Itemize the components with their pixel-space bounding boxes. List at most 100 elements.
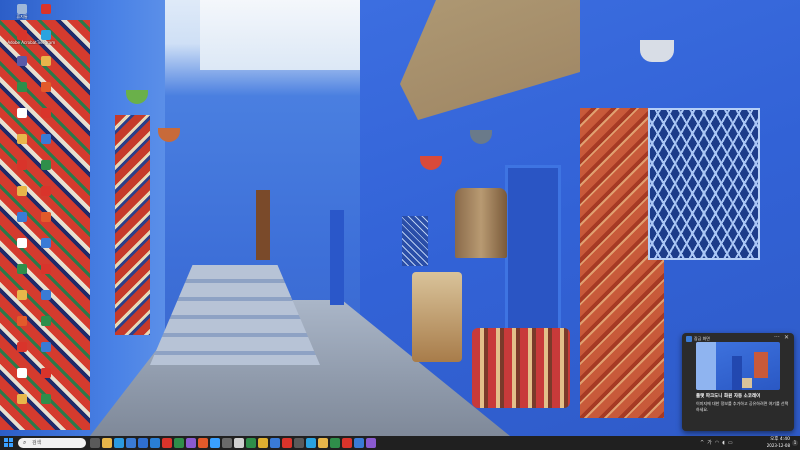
desktop-icon[interactable]: Telegram <box>24 30 68 52</box>
battery-icon[interactable]: ▭ <box>728 438 733 448</box>
wallpaper-chair <box>472 328 570 408</box>
desktop-icon[interactable] <box>24 56 68 78</box>
app-icon[interactable] <box>174 438 184 448</box>
toast-image[interactable] <box>696 342 780 390</box>
app-icon <box>41 186 51 196</box>
desktop-icon[interactable] <box>24 82 68 104</box>
desktop-icon-label: Telegram <box>36 40 56 45</box>
wallpaper-hanging-clothes <box>455 188 507 258</box>
thumb-stool <box>742 378 752 388</box>
start-button[interactable] <box>4 438 14 448</box>
app-icon[interactable] <box>246 438 256 448</box>
folder-icon <box>41 56 51 66</box>
desktop-icon[interactable] <box>24 238 68 260</box>
clock-date: 2023-12-08 <box>766 443 790 448</box>
chrome-icon[interactable] <box>258 438 268 448</box>
file-explorer-icon[interactable] <box>102 438 112 448</box>
taskbar: ⌕ 검색 ^ 가 ◠ ◖ ▭ 오후 4:40 2023-12-08 1 <box>0 436 800 450</box>
app-icon <box>41 238 51 248</box>
telegram-icon <box>41 30 51 40</box>
app-icon[interactable] <box>342 438 352 448</box>
app-icon[interactable] <box>330 438 340 448</box>
wallpaper-iron-window <box>648 108 760 260</box>
app-icon[interactable] <box>234 438 244 448</box>
app-icon <box>41 134 51 144</box>
search-placeholder: 검색 <box>32 440 42 446</box>
mail-icon[interactable] <box>138 438 148 448</box>
search-icon: ⌕ <box>23 439 27 446</box>
desktop-icon[interactable] <box>24 108 68 130</box>
notification-center-badge[interactable]: 1 <box>792 440 798 446</box>
windows-logo-icon <box>4 438 8 442</box>
windows-logo-icon <box>9 438 13 442</box>
wallpaper-small-door <box>330 210 344 305</box>
taskbar-search-box[interactable]: ⌕ 검색 <box>18 438 86 448</box>
system-tray: ^ 가 ◠ ◖ ▭ <box>700 438 733 448</box>
app-icon <box>41 160 51 170</box>
show-hidden-icons-chevron-icon[interactable]: ^ <box>700 438 704 448</box>
edge-icon[interactable] <box>114 438 124 448</box>
app-icon <box>41 264 51 274</box>
windows-logo-icon <box>9 443 13 447</box>
desktop-icon[interactable] <box>24 368 68 390</box>
lock-screen-icon <box>686 336 692 342</box>
wallpaper-small-window <box>402 216 428 266</box>
app-icon <box>41 4 51 14</box>
taskbar-clock[interactable]: 오후 4:40 2023-12-08 <box>762 437 790 448</box>
volume-icon[interactable]: ◖ <box>722 438 725 448</box>
desktop-icon-grid: 휴지통 Adobe Acrobat Telegram <box>0 0 55 436</box>
thumb-wall <box>696 342 716 390</box>
app-icon[interactable] <box>294 438 304 448</box>
desktop-icon[interactable] <box>24 342 68 364</box>
windows-logo-icon <box>4 443 8 447</box>
wallpaper-rug-left-small <box>115 115 150 335</box>
desktop-icon[interactable] <box>24 316 68 338</box>
wallpaper-stairs <box>150 265 320 365</box>
toast-body: 이미지에 대한 정보를 추가하고 공유하려면 여기를 선택하세요. <box>696 401 789 412</box>
app-icon[interactable] <box>354 438 364 448</box>
thumb-door <box>732 356 742 390</box>
app-icon <box>41 108 51 118</box>
app-icon <box>41 316 51 326</box>
app-icon[interactable] <box>366 438 376 448</box>
app-icon[interactable] <box>270 438 280 448</box>
app-icon[interactable] <box>210 438 220 448</box>
desktop-wallpaper <box>0 0 800 436</box>
desktop-icon[interactable] <box>24 394 68 416</box>
app-icon[interactable] <box>306 438 316 448</box>
desktop-icon[interactable] <box>24 290 68 312</box>
app-icon <box>41 290 51 300</box>
app-icon[interactable] <box>162 438 172 448</box>
app-icon[interactable] <box>318 438 328 448</box>
wallpaper-flower-pot <box>640 40 674 62</box>
taskbar-app-list <box>90 438 376 448</box>
app-icon[interactable] <box>282 438 292 448</box>
wallpaper-wooden-door <box>256 190 270 260</box>
desktop-icon[interactable] <box>24 212 68 234</box>
input-language-icon[interactable]: 가 <box>707 438 712 448</box>
app-icon[interactable] <box>198 438 208 448</box>
app-icon <box>41 342 51 352</box>
wallpaper-blue-door <box>505 165 561 331</box>
close-icon[interactable]: ✕ <box>784 334 789 341</box>
app-icon <box>41 368 51 378</box>
thumb-rug <box>754 352 768 378</box>
app-icon <box>41 212 51 222</box>
wifi-icon[interactable]: ◠ <box>715 438 719 448</box>
app-icon[interactable] <box>186 438 196 448</box>
task-view-icon[interactable] <box>90 438 100 448</box>
wallpaper-stool <box>412 272 462 362</box>
desktop-icon[interactable] <box>24 134 68 156</box>
desktop-icon[interactable] <box>24 4 68 26</box>
more-options-icon[interactable]: ··· <box>774 334 780 341</box>
app-icon <box>41 394 51 404</box>
app-icon[interactable] <box>222 438 232 448</box>
app-icon <box>41 82 51 92</box>
vscode-icon[interactable] <box>150 438 160 448</box>
desktop-icon[interactable] <box>24 186 68 208</box>
desktop-icon[interactable] <box>24 160 68 182</box>
toast-title: 플랫 파크도니 화원 자동 소코레이 <box>696 394 761 399</box>
store-icon[interactable] <box>126 438 136 448</box>
desktop-icon[interactable] <box>24 264 68 286</box>
notification-toast[interactable]: 잠금 화면 ··· ✕ 플랫 파크도니 화원 자동 소코레이 이미지에 대한 정… <box>682 333 794 431</box>
